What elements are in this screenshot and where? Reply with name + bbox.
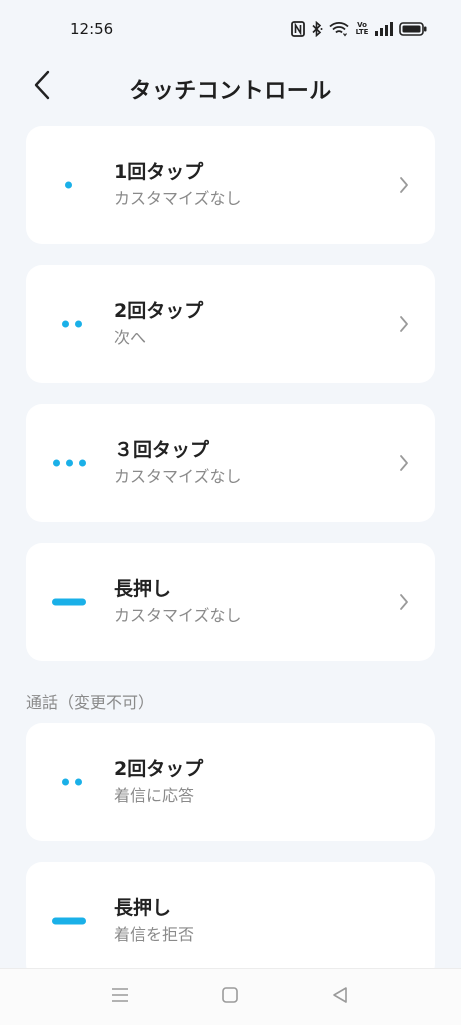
call-gesture-subtitle: 着信を拒否 bbox=[114, 925, 195, 944]
gesture-subtitle: カスタマイズなし bbox=[114, 189, 242, 208]
battery-icon bbox=[399, 22, 427, 36]
one-dot-indicator bbox=[65, 181, 72, 189]
chevron-right-icon bbox=[399, 176, 409, 194]
gesture-card-long-press[interactable]: 長押し カスタマイズなし bbox=[26, 543, 435, 661]
gesture-title: 2回タップ bbox=[114, 300, 204, 322]
system-nav-bar bbox=[0, 968, 461, 1025]
dot bbox=[62, 320, 69, 328]
bluetooth-icon bbox=[311, 21, 323, 37]
status-icons: Vo LTE bbox=[291, 21, 427, 37]
volte-icon: Vo LTE bbox=[355, 21, 369, 36]
chevron-right-icon bbox=[399, 454, 409, 472]
dot bbox=[75, 778, 82, 786]
dot bbox=[75, 320, 82, 328]
home-icon bbox=[221, 986, 239, 1008]
nfc-icon bbox=[291, 21, 305, 37]
bar-indicator bbox=[52, 917, 86, 925]
chevron-right-icon bbox=[399, 315, 409, 333]
bar bbox=[52, 598, 86, 606]
menu-icon bbox=[111, 987, 129, 1007]
gesture-subtitle: 次へ bbox=[114, 328, 147, 347]
gesture-title: 長押し bbox=[114, 578, 172, 600]
wifi-icon bbox=[329, 21, 349, 37]
call-card-long-press: 長押し 着信を拒否 bbox=[26, 862, 435, 980]
nav-back-button[interactable] bbox=[328, 985, 352, 1009]
back-triangle-icon bbox=[331, 986, 349, 1008]
dot bbox=[79, 459, 86, 467]
home-button[interactable] bbox=[218, 985, 242, 1009]
gesture-subtitle: カスタマイズなし bbox=[114, 606, 242, 625]
page-title: タッチコントロール bbox=[129, 79, 332, 104]
signal-icon bbox=[375, 22, 393, 36]
chevron-right-icon bbox=[399, 593, 409, 611]
menu-button[interactable] bbox=[108, 985, 132, 1009]
gesture-card-triple-tap[interactable]: ３回タップ カスタマイズなし bbox=[26, 404, 435, 522]
dot bbox=[62, 778, 69, 786]
gesture-subtitle: カスタマイズなし bbox=[114, 467, 242, 486]
two-dots-indicator bbox=[62, 778, 82, 786]
dot bbox=[53, 459, 60, 467]
gesture-title: ３回タップ bbox=[114, 439, 210, 461]
two-dots-indicator bbox=[62, 320, 82, 328]
status-bar: 12:56 Vo LTE bbox=[0, 0, 461, 60]
bar bbox=[52, 917, 86, 925]
call-card-double-tap: 2回タップ 着信に応答 bbox=[26, 723, 435, 841]
dot bbox=[66, 459, 73, 467]
call-section-label: 通話（変更不可） bbox=[26, 693, 155, 712]
gesture-card-single-tap[interactable]: 1回タップ カスタマイズなし bbox=[26, 126, 435, 244]
call-gesture-title: 2回タップ bbox=[114, 758, 204, 780]
dot bbox=[65, 181, 72, 189]
call-gesture-subtitle: 着信に応答 bbox=[114, 786, 195, 805]
status-time: 12:56 bbox=[70, 20, 114, 38]
gesture-card-double-tap[interactable]: 2回タップ 次へ bbox=[26, 265, 435, 383]
gesture-title: 1回タップ bbox=[114, 161, 204, 183]
header: タッチコントロール bbox=[0, 60, 461, 116]
three-dots-indicator bbox=[53, 459, 86, 467]
bar-indicator bbox=[52, 598, 86, 606]
call-gesture-title: 長押し bbox=[114, 897, 172, 919]
